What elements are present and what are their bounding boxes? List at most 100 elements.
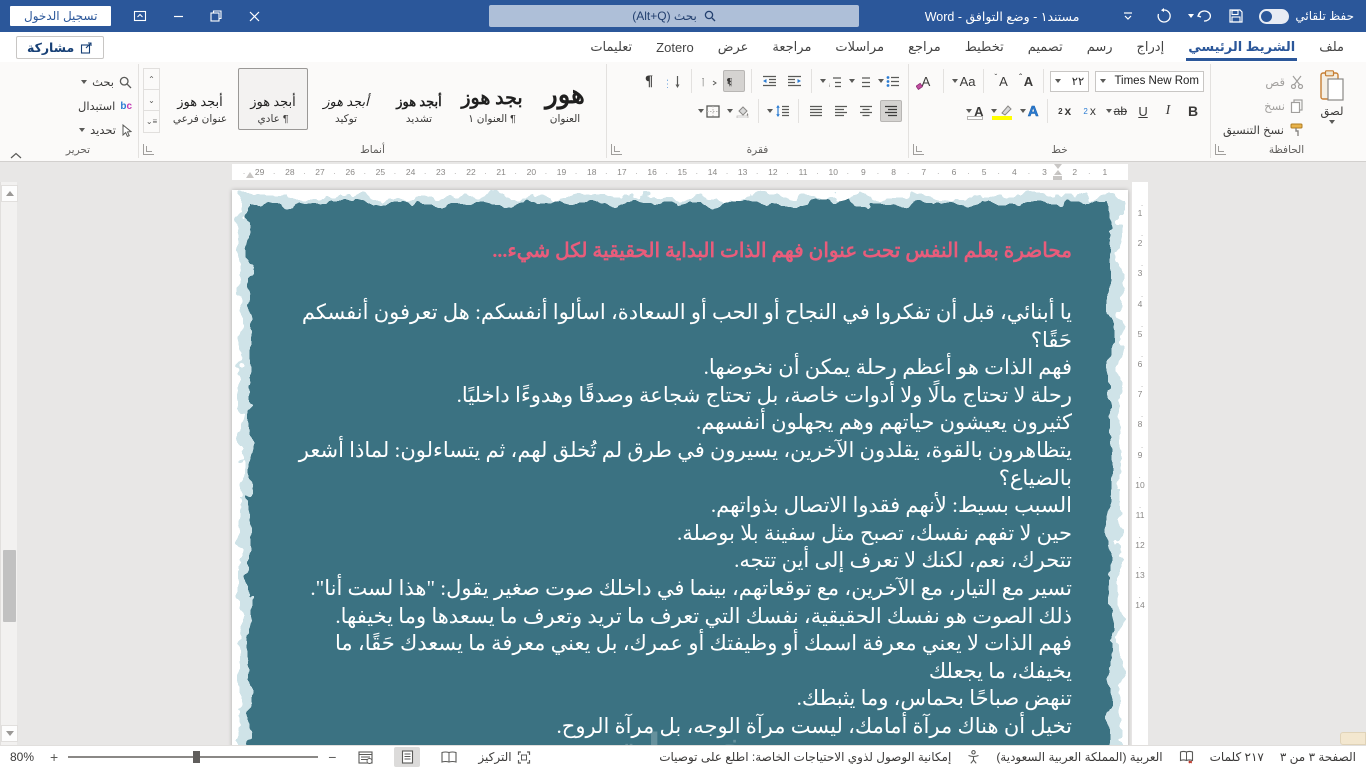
decrease-indent-button[interactable] xyxy=(758,70,780,92)
tab-home[interactable]: الشريط الرئيسي xyxy=(1178,33,1305,61)
autosave-toggle[interactable]: حفظ تلقائي xyxy=(1259,8,1354,24)
ltr-text-direction-button[interactable]: ¶ xyxy=(698,70,720,92)
zoom-in-button[interactable]: + xyxy=(50,749,58,765)
autosave-switch[interactable] xyxy=(1259,8,1290,24)
quick-access-toolbar-chevron-icon[interactable] xyxy=(1115,3,1141,29)
close-button[interactable] xyxy=(237,1,271,31)
search-input[interactable]: بحث (Alt+Q) xyxy=(489,5,859,27)
word-count[interactable]: ٢١٧ كلمات xyxy=(1210,750,1264,764)
styles-more-icon[interactable]: ≡⌄ xyxy=(144,111,159,132)
underline-button[interactable]: U xyxy=(1132,100,1154,122)
tab-view[interactable]: عرض xyxy=(708,33,759,61)
font-name-select[interactable]: Times New Rom xyxy=(1095,70,1204,92)
horizontal-ruler[interactable]: 1234567891011121314151617181920212223242… xyxy=(232,164,1128,180)
vertical-scrollbar[interactable] xyxy=(0,182,18,745)
ribbon-display-options-icon[interactable] xyxy=(123,1,157,31)
paste-button[interactable]: لصق xyxy=(1308,68,1356,140)
language-indicator[interactable]: العربية (المملكة العربية السعودية) xyxy=(996,750,1162,764)
multilevel-list-button[interactable]: ai xyxy=(818,70,844,92)
clipboard-dialog-launcher[interactable] xyxy=(1215,144,1226,155)
share-button[interactable]: مشاركة xyxy=(16,35,105,59)
focus-mode-button[interactable]: التركيز xyxy=(478,750,530,764)
tab-draw[interactable]: رسم xyxy=(1077,33,1123,61)
zoom-slider-thumb[interactable] xyxy=(193,751,201,763)
rtl-text-direction-button[interactable]: ¶ xyxy=(723,70,745,92)
find-button[interactable]: بحث xyxy=(24,72,132,92)
strikethrough-button[interactable]: ab xyxy=(1104,100,1129,122)
tab-design[interactable]: تصميم xyxy=(1018,33,1073,61)
proofing-errors-icon[interactable] xyxy=(1179,750,1194,764)
document-text[interactable]: محاضرة بعلم النفس تحت عنوان فهم الذات ال… xyxy=(278,238,1072,745)
restore-button[interactable] xyxy=(199,1,233,31)
tab-layout[interactable]: تخطيط xyxy=(955,33,1014,61)
bullets-button[interactable] xyxy=(876,70,902,92)
tab-insert[interactable]: إدراج xyxy=(1127,33,1175,61)
align-center-button[interactable] xyxy=(855,100,877,122)
style-card-normal[interactable]: أبجد هوز ¶ عادي xyxy=(238,68,308,130)
tab-mailings[interactable]: مراسلات xyxy=(825,33,894,61)
sign-in-button[interactable]: تسجيل الدخول xyxy=(10,6,112,26)
select-button[interactable]: تحديد xyxy=(24,120,132,140)
shrink-font-button[interactable]: Aˇ xyxy=(990,70,1012,92)
read-mode-button[interactable] xyxy=(436,747,462,767)
paragraph-dialog-launcher[interactable] xyxy=(611,144,622,155)
line-spacing-button[interactable] xyxy=(765,100,792,122)
repeat-button[interactable] xyxy=(1151,3,1177,29)
style-card-emphasis[interactable]: أبجد هوز توكيد xyxy=(311,68,381,130)
replace-button[interactable]: bc استبدال xyxy=(24,96,132,116)
tab-help[interactable]: تعليمات xyxy=(580,33,642,61)
bold-button[interactable]: B xyxy=(1182,100,1204,122)
style-card-title[interactable]: هور العنوان xyxy=(530,68,600,130)
scroll-down-icon[interactable] xyxy=(1,725,18,742)
align-left-button[interactable] xyxy=(830,100,852,122)
collapse-ribbon-icon[interactable] xyxy=(8,147,22,159)
page-indicator[interactable]: الصفحة ٣ من ٣ xyxy=(1280,750,1356,764)
zoom-slider[interactable] xyxy=(68,751,319,763)
superscript-button[interactable]: x2 xyxy=(1054,100,1076,122)
zoom-out-button[interactable]: − xyxy=(328,749,336,765)
vertical-ruler[interactable]: 1234567891011121314 xyxy=(1132,182,1148,745)
sort-button[interactable]: AZ xyxy=(663,70,685,92)
zoom-level[interactable]: 80% xyxy=(10,750,34,764)
borders-button[interactable] xyxy=(696,100,722,122)
style-card-heading1[interactable]: بجد هوز ¶ العنوان ١ xyxy=(457,68,527,130)
tab-zotero[interactable]: Zotero xyxy=(646,34,704,61)
document-page[interactable]: محاضرة بعلم النفس تحت عنوان فهم الذات ال… xyxy=(232,190,1128,745)
font-size-select[interactable]: ٢٢ xyxy=(1050,70,1090,92)
save-button[interactable] xyxy=(1223,3,1249,29)
copy-button[interactable]: نسخ xyxy=(1223,95,1304,116)
scrollbar-thumb[interactable] xyxy=(3,550,16,622)
change-case-button[interactable]: Aa xyxy=(950,70,977,92)
increase-indent-button[interactable] xyxy=(783,70,805,92)
style-card-subtitle[interactable]: أبجد هوز عنوان فرعي xyxy=(165,68,235,130)
show-paragraph-marks-button[interactable]: ¶ xyxy=(638,70,660,92)
format-painter-button[interactable]: نسخ التنسيق xyxy=(1223,119,1304,140)
font-dialog-launcher[interactable] xyxy=(913,144,924,155)
accessibility-icon[interactable] xyxy=(967,750,980,764)
minimize-button[interactable] xyxy=(161,1,195,31)
numbering-button[interactable]: 123 xyxy=(847,70,873,92)
highlight-color-button[interactable] xyxy=(989,100,1015,122)
cut-button[interactable]: قص xyxy=(1223,71,1304,92)
text-effects-button[interactable]: A xyxy=(1018,100,1041,122)
scroll-up-icon[interactable] xyxy=(1,185,18,202)
undo-button[interactable] xyxy=(1187,3,1213,29)
styles-dialog-launcher[interactable] xyxy=(143,144,154,155)
accessibility-status[interactable]: إمكانية الوصول لذوي الاحتياجات الخاصة: ا… xyxy=(659,750,951,764)
style-card-strong[interactable]: أبجد هوز تشديد xyxy=(384,68,454,130)
web-layout-button[interactable] xyxy=(352,747,378,767)
styles-scroll-down-icon[interactable]: ⌄ xyxy=(144,90,159,111)
justify-button[interactable] xyxy=(805,100,827,122)
shading-button[interactable] xyxy=(725,100,752,122)
tab-file[interactable]: ملف xyxy=(1309,33,1354,61)
subscript-button[interactable]: x2 xyxy=(1079,100,1101,122)
tab-references[interactable]: مراجع xyxy=(898,33,951,61)
italic-button[interactable]: I xyxy=(1157,100,1179,122)
clear-formatting-button[interactable]: A xyxy=(915,70,937,92)
grow-font-button[interactable]: Aˆ xyxy=(1015,70,1037,92)
tab-review[interactable]: مراجعة xyxy=(762,33,821,61)
font-color-button[interactable]: A xyxy=(964,100,986,122)
print-layout-button[interactable] xyxy=(394,747,421,767)
align-right-button[interactable] xyxy=(880,100,902,122)
styles-scroll-up-icon[interactable]: ⌃ xyxy=(144,69,159,90)
